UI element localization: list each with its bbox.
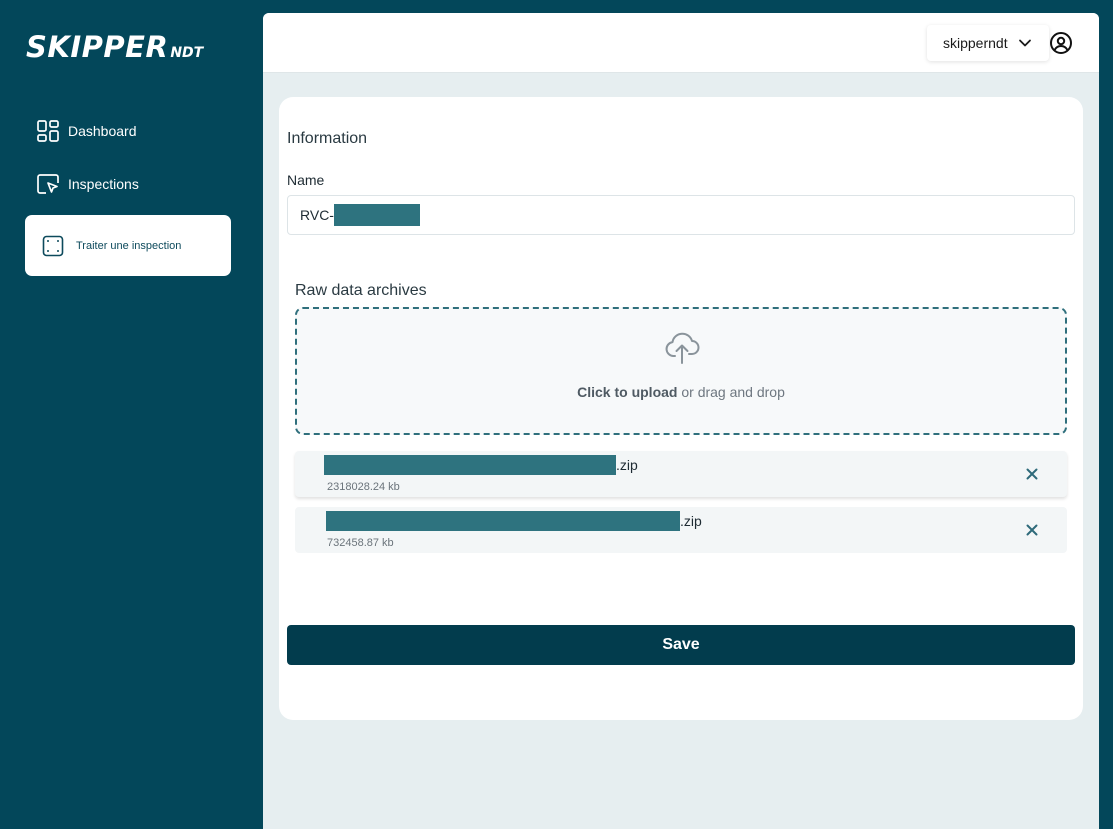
main-panel: skipperndt Information Name RVC- Raw dat… xyxy=(263,13,1099,829)
name-label: Name xyxy=(287,172,325,188)
cursor-window-icon xyxy=(37,174,59,194)
file-name: .zip xyxy=(326,511,702,531)
sidebar-item-traiter-inspection[interactable]: Traiter une inspection xyxy=(25,215,231,276)
top-bar: skipperndt xyxy=(263,13,1099,73)
click-to-upload-link[interactable]: Click to upload xyxy=(577,384,677,400)
name-value-prefix: RVC- xyxy=(300,207,334,223)
redacted-block xyxy=(333,204,420,226)
sidebar-item-inspections[interactable]: Inspections xyxy=(36,172,139,196)
logo[interactable]: SKIPPER NDT xyxy=(26,30,203,64)
file-name: .zip xyxy=(324,455,638,475)
sidebar-item-label: Dashboard xyxy=(68,123,137,139)
cloud-upload-icon xyxy=(665,332,700,364)
file-extension: .zip xyxy=(616,457,638,473)
save-button[interactable]: Save xyxy=(287,625,1075,665)
account-circle-icon[interactable] xyxy=(1049,31,1073,55)
logo-main: SKIPPER xyxy=(26,30,169,64)
frame-icon xyxy=(42,235,64,256)
chevron-down-icon xyxy=(1018,39,1031,47)
form-card: Information Name RVC- Raw data archives … xyxy=(279,97,1083,720)
redacted-block xyxy=(326,511,680,531)
sidebar-item-label: Traiter une inspection xyxy=(76,239,182,252)
dropzone-hint: Click to upload or drag and drop xyxy=(297,384,1065,400)
file-dropzone[interactable]: Click to upload or drag and drop xyxy=(295,307,1067,435)
name-input[interactable]: RVC- xyxy=(287,195,1075,235)
close-icon[interactable] xyxy=(1023,521,1041,539)
logo-sub: NDT xyxy=(170,45,204,61)
file-size: 2318028.24 kb xyxy=(327,481,400,493)
redacted-block xyxy=(324,455,616,475)
close-icon[interactable] xyxy=(1023,465,1041,483)
file-size: 732458.87 kb xyxy=(327,537,394,549)
username: skipperndt xyxy=(943,35,1008,51)
sidebar-item-dashboard[interactable]: Dashboard xyxy=(36,119,137,143)
file-list-item: .zip 2318028.24 kb xyxy=(295,451,1067,497)
sidebar-item-label: Inspections xyxy=(68,176,139,192)
archives-title: Raw data archives xyxy=(295,282,427,299)
grid-icon xyxy=(37,120,59,142)
file-list-item: .zip 732458.87 kb xyxy=(295,507,1067,553)
section-title: Information xyxy=(287,130,368,147)
user-menu-dropdown[interactable]: skipperndt xyxy=(927,25,1049,61)
dropzone-hint-rest: or drag and drop xyxy=(677,384,785,400)
file-extension: .zip xyxy=(680,513,702,529)
